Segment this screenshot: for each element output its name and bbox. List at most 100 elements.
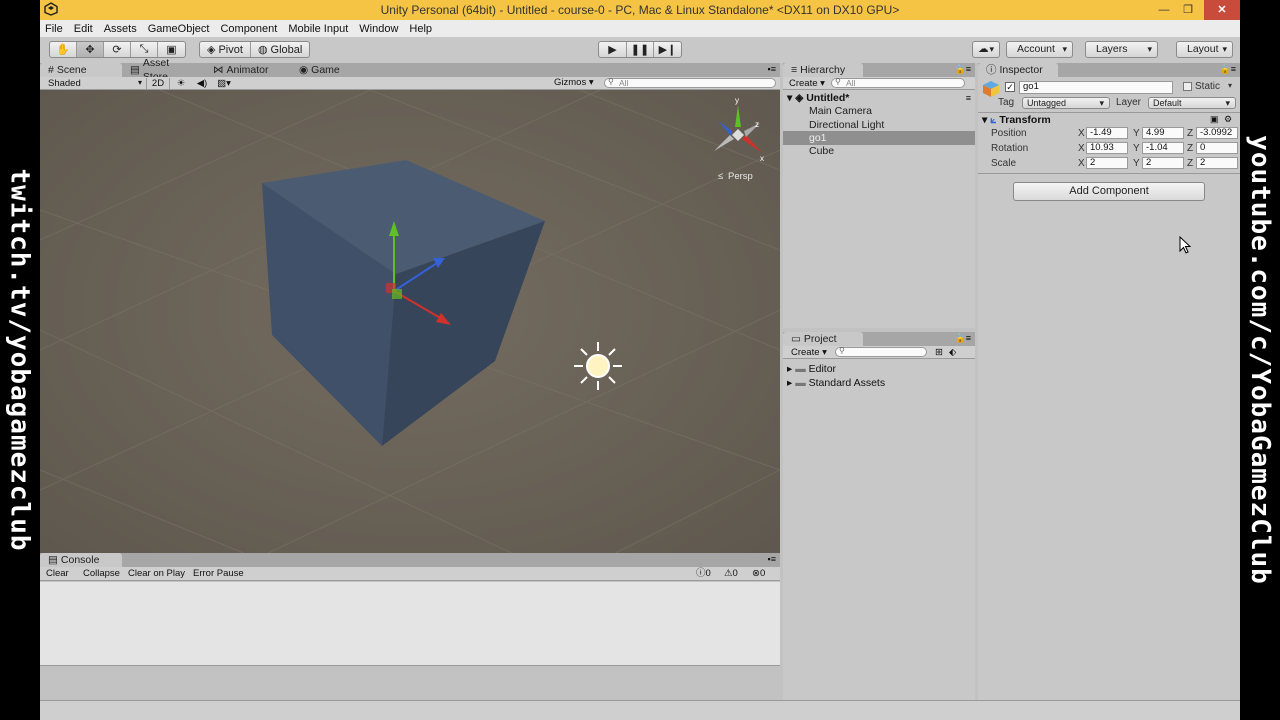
- scale-tool-icon[interactable]: ⤡: [131, 42, 158, 57]
- play-button-icon[interactable]: ▶: [599, 42, 627, 57]
- panel-menu-icon[interactable]: ▪≡: [768, 64, 776, 74]
- rotate-tool-icon[interactable]: ⟳: [104, 42, 131, 57]
- pivot-toggles: ◈ Pivot ◍ Global: [199, 41, 311, 58]
- scene-menu-icon[interactable]: ≡: [966, 93, 971, 103]
- filter-label-icon[interactable]: ⬖: [949, 347, 956, 358]
- scene-root[interactable]: ▾ ◈ Untitled*: [787, 92, 849, 104]
- info-count-toggle[interactable]: ⓘ0: [696, 567, 711, 581]
- unity-scene-icon: ◈: [795, 92, 804, 104]
- rotation-y-field[interactable]: -1.04: [1142, 142, 1184, 154]
- menu-assets[interactable]: Assets: [104, 23, 137, 35]
- console-clear-on-play-button[interactable]: Clear on Play: [128, 567, 185, 581]
- directional-light-icon[interactable]: [574, 342, 622, 390]
- hand-tool-icon[interactable]: ✋: [50, 42, 77, 57]
- move-tool-icon[interactable]: ✥: [77, 42, 104, 57]
- hierarchy-search-input[interactable]: All: [831, 78, 965, 88]
- expand-arrow-icon: ▸: [787, 363, 793, 375]
- gizmos-dropdown[interactable]: Gizmos ▾: [554, 77, 600, 88]
- maximize-button[interactable]: ❐: [1176, 0, 1200, 20]
- error-count-toggle[interactable]: ⊗0: [752, 567, 765, 581]
- projection-label[interactable]: Persp: [728, 171, 753, 182]
- menu-window[interactable]: Window: [359, 23, 398, 35]
- position-x-field[interactable]: -1.49: [1086, 127, 1128, 139]
- pivot-button[interactable]: ◈ Pivot: [200, 42, 251, 57]
- scene-viewport[interactable]: y z x ≤ Persp: [40, 90, 780, 576]
- menu-mobile-input[interactable]: Mobile Input: [288, 23, 348, 35]
- tab-scene[interactable]: # Scene: [40, 63, 122, 77]
- project-folder-standard-assets[interactable]: ▸ ▬ Standard Assets: [787, 377, 885, 389]
- expand-arrow-icon: ▸: [787, 377, 793, 389]
- cloud-button[interactable]: ☁: [972, 41, 1000, 58]
- hierarchy-item-main-camera[interactable]: Main Camera: [809, 105, 872, 117]
- active-checkbox[interactable]: ✓: [1005, 82, 1015, 92]
- tab-project[interactable]: ▭ Project: [783, 332, 863, 346]
- console-collapse-button[interactable]: Collapse: [83, 567, 120, 581]
- close-button[interactable]: ✕: [1204, 0, 1240, 20]
- rotation-x-field[interactable]: 10.93: [1086, 142, 1128, 154]
- help-book-icon[interactable]: ▣: [1210, 114, 1219, 125]
- scale-y-field[interactable]: 2: [1142, 157, 1184, 169]
- global-button[interactable]: ◍ Global: [251, 42, 309, 57]
- tab-scene-label: Scene: [56, 64, 87, 76]
- rotation-z-field[interactable]: 0: [1196, 142, 1238, 154]
- pause-button-icon[interactable]: ❚❚: [627, 42, 654, 57]
- gear-icon[interactable]: ⚙: [1224, 114, 1232, 125]
- layers-dropdown[interactable]: Layers: [1085, 41, 1158, 58]
- tab-animator[interactable]: ⋈ Animator: [205, 63, 291, 77]
- project-toolbar: Create ▾ ⊞ ⬖: [783, 346, 975, 359]
- step-button-icon[interactable]: ▶❙: [654, 42, 681, 57]
- tab-asset-store[interactable]: ▤Asset Store: [122, 57, 205, 83]
- console-log-area[interactable]: [40, 582, 780, 665]
- hierarchy-item-go1[interactable]: go1: [809, 132, 827, 144]
- minimize-button[interactable]: —: [1152, 0, 1176, 20]
- menu-gameobject[interactable]: GameObject: [148, 23, 210, 35]
- effects-toggle-icon[interactable]: ▨▾: [212, 78, 236, 89]
- warning-count-toggle[interactable]: ⚠0: [724, 567, 738, 581]
- scale-z-field[interactable]: 2: [1196, 157, 1238, 169]
- hierarchy-panel: ≡Hierarchy 🔒≡ Create ▾ All ▾ ◈ Untitled*…: [783, 63, 975, 328]
- layout-dropdown[interactable]: Layout: [1176, 41, 1233, 58]
- project-create-dropdown[interactable]: Create ▾: [783, 347, 835, 358]
- scale-y-label: Y: [1133, 158, 1140, 169]
- hierarchy-item-directional-light[interactable]: Directional Light: [809, 119, 884, 131]
- menu-file[interactable]: File: [45, 23, 63, 35]
- transform-header[interactable]: ▾ ⟀ Transform: [982, 114, 1051, 127]
- console-error-pause-button[interactable]: Error Pause: [193, 567, 244, 581]
- panel-menu-icon[interactable]: ▪≡: [768, 554, 776, 564]
- layer-dropdown[interactable]: Default: [1148, 97, 1236, 109]
- tag-dropdown[interactable]: Untagged: [1022, 97, 1110, 109]
- tab-console[interactable]: ▤ Console: [40, 553, 122, 567]
- lighting-toggle-icon[interactable]: ☀: [170, 78, 192, 89]
- position-z-field[interactable]: -3.0992: [1196, 127, 1238, 139]
- rect-tool-icon[interactable]: ▣: [158, 42, 185, 57]
- hierarchy-item-cube[interactable]: Cube: [809, 145, 834, 157]
- menu-help[interactable]: Help: [409, 23, 432, 35]
- menu-edit[interactable]: Edit: [74, 23, 93, 35]
- chevron-down-icon[interactable]: ▾: [1228, 81, 1232, 90]
- tab-hierarchy[interactable]: ≡ Hierarchy: [783, 63, 863, 77]
- toggle-2d-button[interactable]: 2D: [146, 77, 170, 89]
- position-y-field[interactable]: 4.99: [1142, 127, 1184, 139]
- scale-x-field[interactable]: 2: [1086, 157, 1128, 169]
- lock-icon[interactable]: 🔒≡: [955, 333, 971, 344]
- filter-type-icon[interactable]: ⊞: [935, 347, 943, 358]
- project-search-input[interactable]: [835, 347, 927, 357]
- scene-search-input[interactable]: All: [604, 78, 776, 88]
- tab-inspector[interactable]: ⓘ Inspector: [978, 63, 1058, 77]
- projection-arrow-icon: ≤: [718, 171, 723, 182]
- audio-toggle-icon[interactable]: ◀): [192, 78, 212, 89]
- lock-icon[interactable]: 🔒≡: [1220, 64, 1236, 75]
- tab-game[interactable]: ◉ Game: [291, 63, 371, 77]
- project-tabs: ▭ Project 🔒≡: [783, 332, 975, 346]
- object-name-field[interactable]: go1: [1019, 81, 1173, 94]
- static-checkbox[interactable]: [1183, 82, 1192, 91]
- console-clear-button[interactable]: Clear: [46, 567, 69, 581]
- lock-icon[interactable]: 🔒≡: [955, 64, 971, 75]
- hierarchy-create-dropdown[interactable]: Create ▾: [783, 78, 831, 89]
- account-dropdown[interactable]: Account: [1006, 41, 1073, 58]
- project-folder-editor[interactable]: ▸ ▬ Editor: [787, 363, 836, 375]
- rotation-label: Rotation: [991, 143, 1029, 154]
- shading-dropdown[interactable]: Shaded ▾: [40, 78, 146, 89]
- add-component-button[interactable]: Add Component: [1013, 182, 1205, 201]
- menu-component[interactable]: Component: [220, 23, 277, 35]
